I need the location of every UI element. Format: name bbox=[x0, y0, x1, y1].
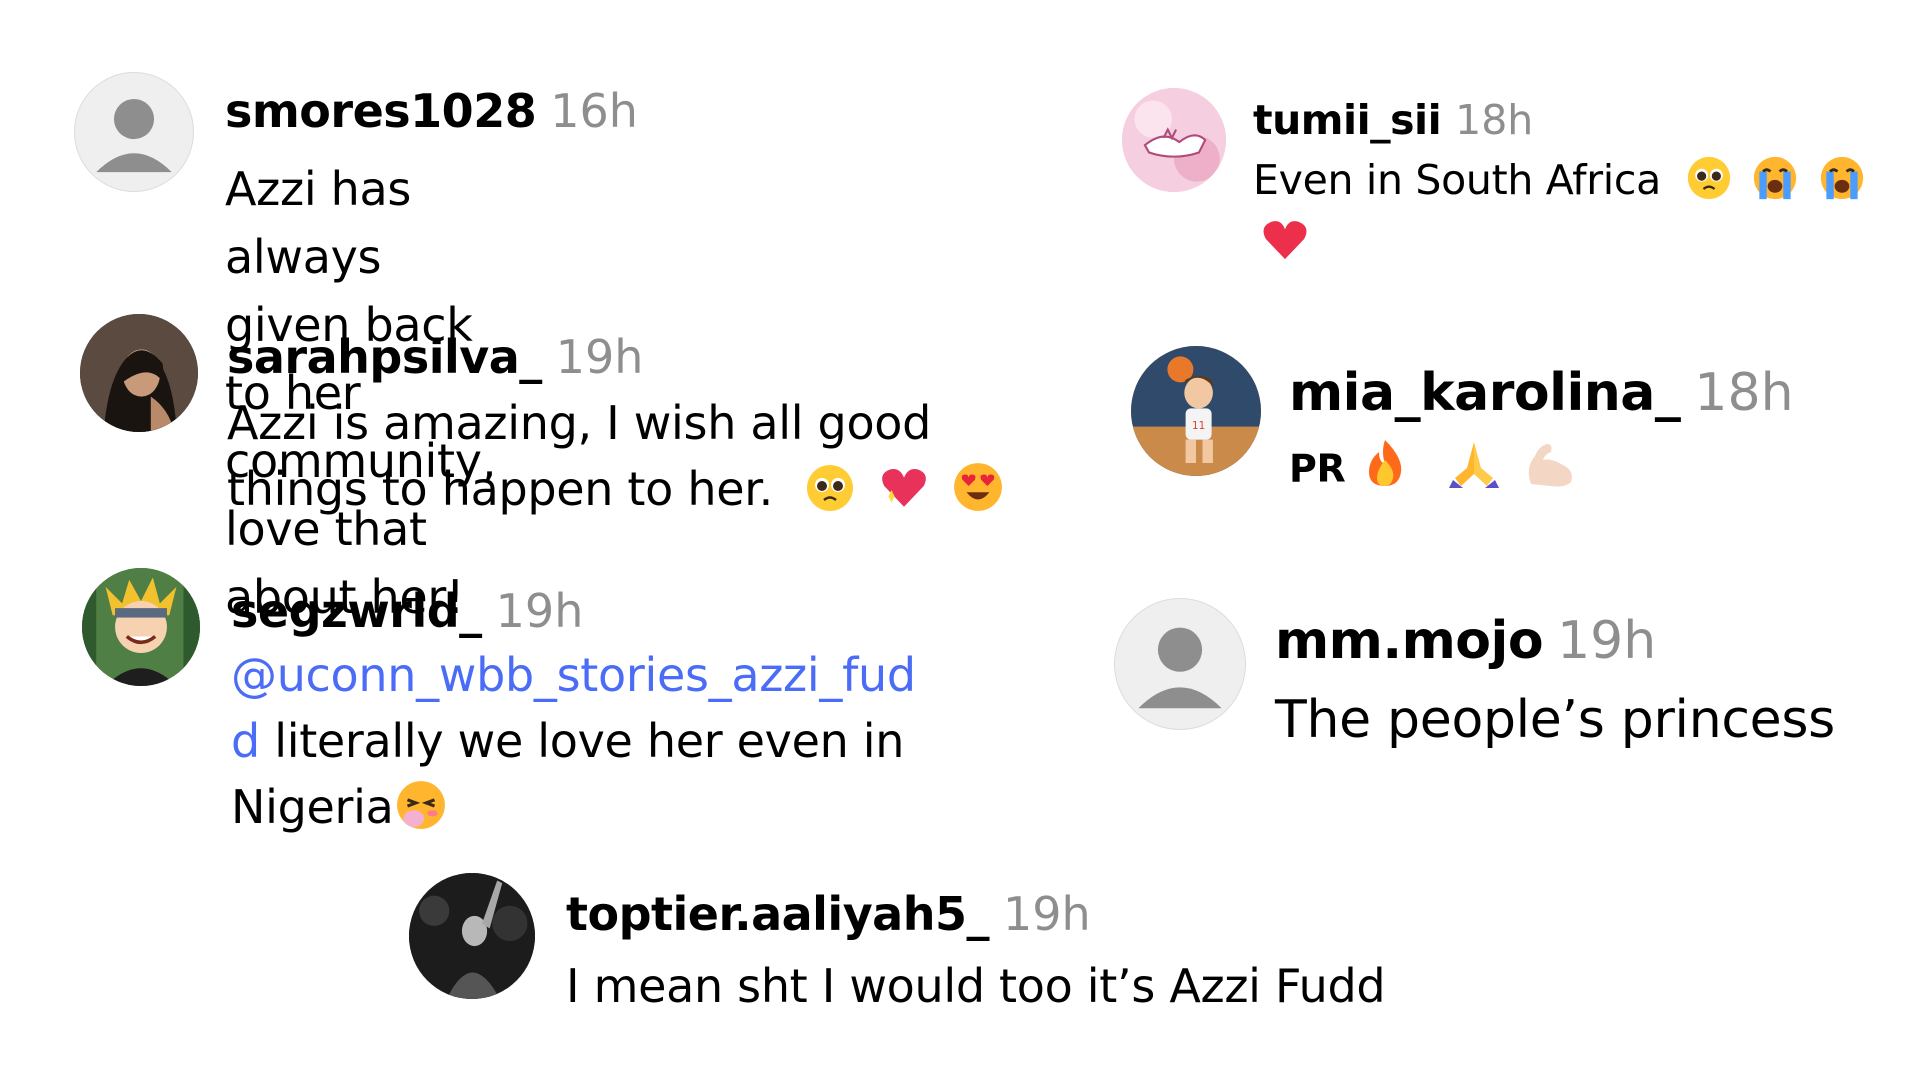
comment-text: I mean sht I would too it’s Azzi Fudd bbox=[566, 956, 1386, 1016]
comment-line: PR bbox=[1289, 446, 1346, 491]
pink-art-avatar-icon bbox=[1122, 88, 1226, 192]
default-avatar-icon bbox=[1138, 627, 1222, 709]
timestamp[interactable]: 19h bbox=[1557, 611, 1656, 671]
comment-line: Azzi is amazing, I wish all good bbox=[227, 396, 932, 450]
avatar[interactable] bbox=[74, 72, 194, 192]
username[interactable]: mm.mojo bbox=[1275, 611, 1544, 671]
comment-line: Nigeria bbox=[231, 780, 394, 834]
username[interactable]: sarahpsilva_ bbox=[227, 330, 542, 384]
avatar[interactable] bbox=[1122, 88, 1226, 192]
comment-line: The people’s princess bbox=[1275, 690, 1835, 750]
default-avatar-icon bbox=[96, 98, 172, 173]
username[interactable]: tumii_sii bbox=[1253, 96, 1442, 144]
folded-hands-icon bbox=[1447, 438, 1501, 488]
comment-line: I mean sht I would too it’s Azzi Fudd bbox=[566, 959, 1386, 1013]
avatar[interactable] bbox=[82, 568, 200, 686]
dark-photo-avatar-icon bbox=[409, 873, 535, 999]
comment-text: The people’s princess bbox=[1275, 688, 1835, 752]
svg-text:11: 11 bbox=[1192, 420, 1205, 432]
avatar[interactable] bbox=[80, 314, 198, 432]
avatar[interactable] bbox=[409, 873, 535, 999]
comment-text: Azzi is amazing, I wish all good things … bbox=[227, 390, 1008, 522]
comment-text: PR bbox=[1289, 438, 1583, 496]
comment-text: @uconn_wbb_stories_azzi_fud d literally … bbox=[231, 642, 916, 840]
red-heart-icon bbox=[1261, 217, 1309, 261]
flexed-biceps-icon bbox=[1521, 438, 1579, 488]
photo-avatar-icon bbox=[80, 314, 198, 432]
sparkling-heart-icon bbox=[878, 461, 930, 513]
avatar[interactable]: 11 bbox=[1131, 346, 1261, 476]
username[interactable]: toptier.aaliyah5_ bbox=[566, 887, 989, 941]
comment-line: Even in South Africa bbox=[1253, 156, 1661, 204]
mention-link-continuation[interactable]: d bbox=[231, 714, 260, 768]
pleading-face-icon bbox=[1686, 155, 1732, 201]
comment-line: literally we love her even in bbox=[274, 714, 905, 768]
mention-link[interactable]: @uconn_wbb_stories_azzi_fud bbox=[231, 642, 916, 708]
comment-line: Azzi has always given back to her bbox=[225, 162, 473, 420]
avatar[interactable] bbox=[1114, 598, 1246, 730]
comment-text: Even in South Africa bbox=[1253, 150, 1869, 270]
timestamp[interactable]: 19h bbox=[496, 584, 584, 638]
basketball-avatar-icon: 11 bbox=[1131, 346, 1261, 476]
timestamp[interactable]: 18h bbox=[1455, 96, 1533, 144]
username[interactable]: mia_karolina_ bbox=[1289, 363, 1681, 423]
timestamp[interactable]: 19h bbox=[1003, 887, 1091, 941]
username[interactable]: segzwrld_ bbox=[231, 584, 482, 638]
username[interactable]: smores1028 bbox=[225, 84, 537, 138]
timestamp[interactable]: 18h bbox=[1694, 363, 1793, 423]
anime-avatar-icon bbox=[82, 568, 200, 686]
timestamp[interactable]: 16h bbox=[550, 84, 638, 138]
pleading-face-icon bbox=[805, 463, 855, 513]
blushing-giggle-icon bbox=[395, 779, 447, 831]
loudly-crying-face-icon bbox=[1819, 155, 1865, 201]
timestamp[interactable]: 19h bbox=[556, 330, 644, 384]
heart-eyes-icon bbox=[952, 461, 1004, 513]
fire-icon bbox=[1363, 438, 1407, 488]
comment-line: things to happen to her. bbox=[227, 462, 773, 516]
loudly-crying-face-icon bbox=[1752, 155, 1798, 201]
